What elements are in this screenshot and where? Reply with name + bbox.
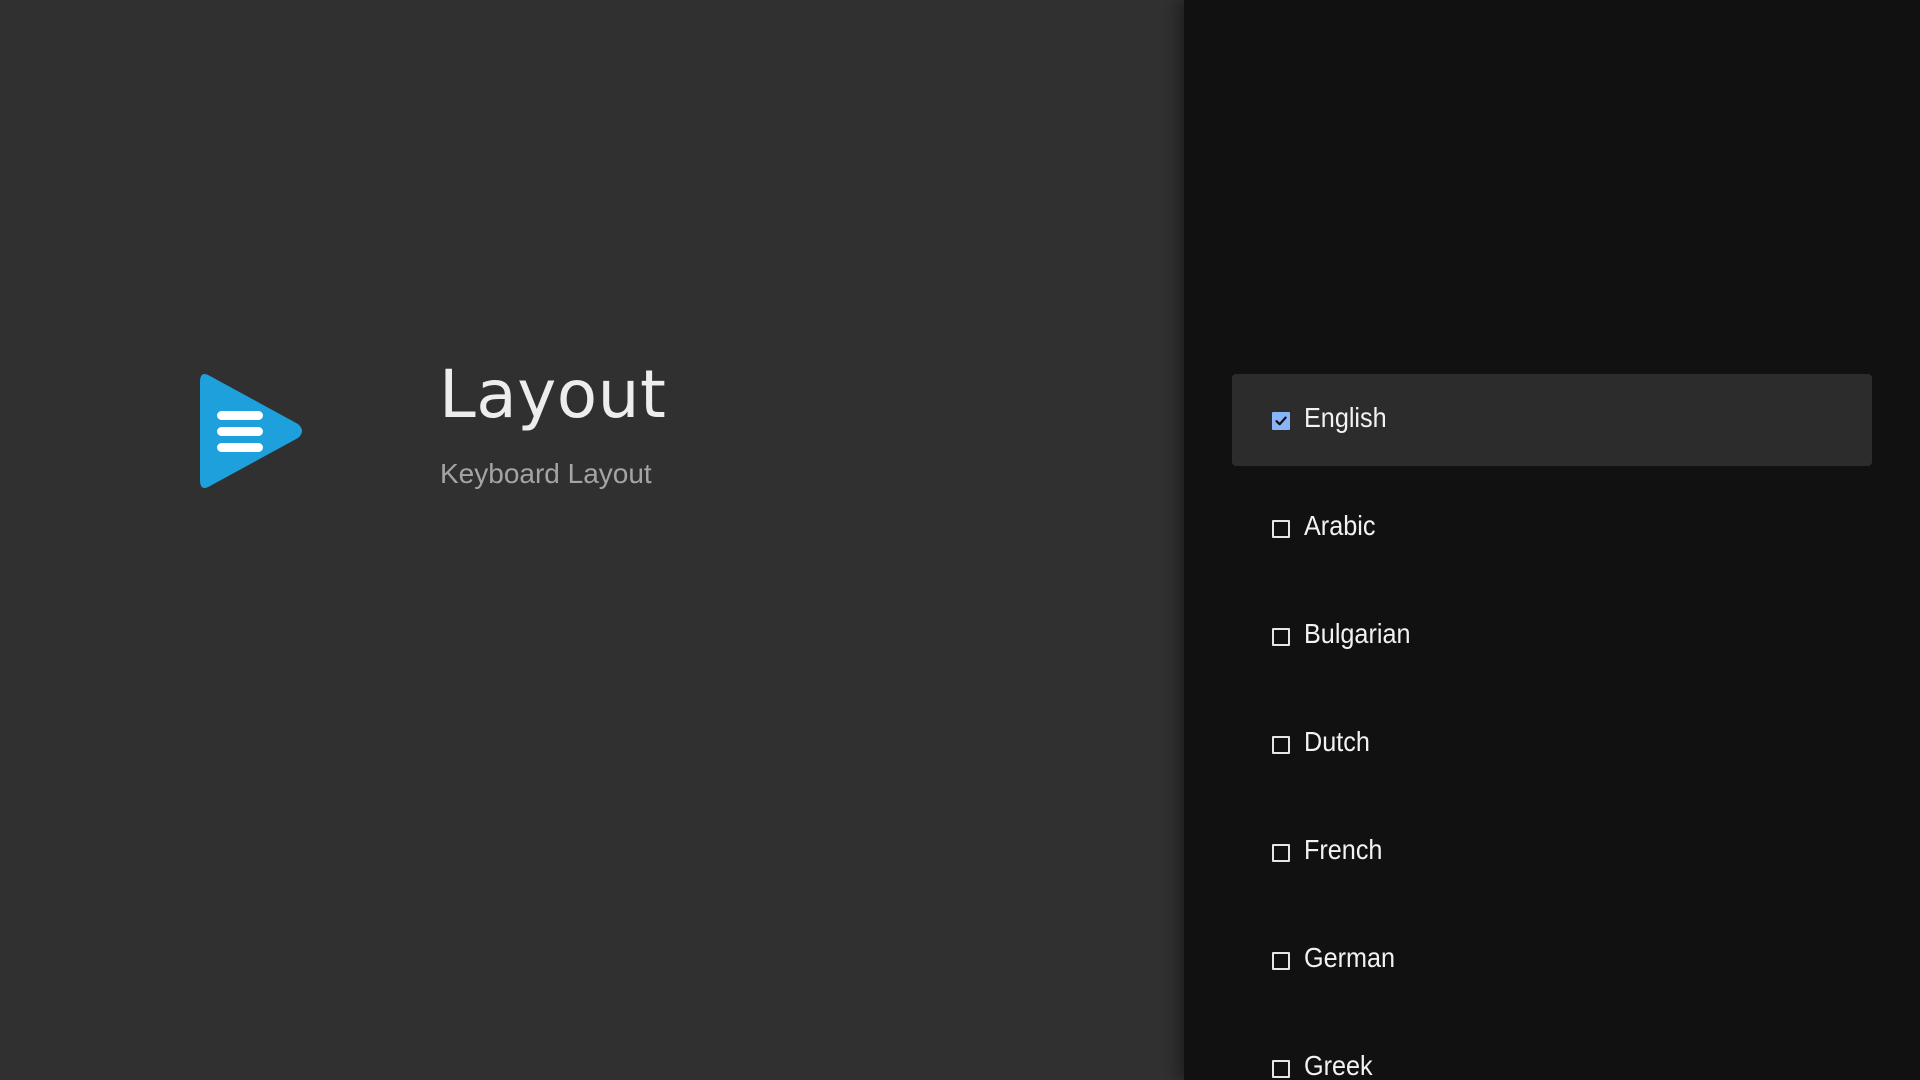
checkbox-icon[interactable] bbox=[1272, 628, 1290, 646]
list-item-label: Greek bbox=[1304, 1050, 1373, 1080]
checkbox-icon[interactable] bbox=[1272, 520, 1290, 538]
list-item-dutch[interactable]: Dutch bbox=[1232, 698, 1872, 790]
list-item-label: Arabic bbox=[1304, 510, 1376, 541]
checkbox-icon[interactable] bbox=[1272, 844, 1290, 862]
settings-screen: Layout Keyboard Layout English Arabic Bu… bbox=[0, 0, 1920, 1080]
keyboard-play-icon bbox=[196, 368, 308, 494]
page-title: Layout bbox=[439, 356, 667, 433]
list-item-greek[interactable]: Greek bbox=[1232, 1022, 1872, 1080]
list-item-label: Bulgarian bbox=[1304, 618, 1411, 649]
list-item-label: French bbox=[1304, 834, 1383, 865]
layout-list-pane[interactable]: English Arabic Bulgarian Dutch French Ge… bbox=[1184, 0, 1920, 1080]
list-item-label: German bbox=[1304, 942, 1396, 973]
checkbox-icon[interactable] bbox=[1272, 1060, 1290, 1078]
header-pane: Layout Keyboard Layout bbox=[0, 0, 1184, 1080]
list-item-label: Dutch bbox=[1304, 726, 1370, 757]
checkbox-icon[interactable] bbox=[1272, 952, 1290, 970]
list-item-english[interactable]: English bbox=[1232, 374, 1872, 466]
list-item-label: English bbox=[1304, 402, 1387, 433]
checkbox-icon[interactable] bbox=[1272, 412, 1290, 430]
page-subtitle: Keyboard Layout bbox=[440, 458, 652, 489]
list-item-arabic[interactable]: Arabic bbox=[1232, 482, 1872, 574]
checkbox-icon[interactable] bbox=[1272, 736, 1290, 754]
list-item-bulgarian[interactable]: Bulgarian bbox=[1232, 590, 1872, 682]
list-item-french[interactable]: French bbox=[1232, 806, 1872, 898]
layout-list: English Arabic Bulgarian Dutch French Ge… bbox=[1232, 374, 1872, 1080]
list-item-german[interactable]: German bbox=[1232, 914, 1872, 1006]
